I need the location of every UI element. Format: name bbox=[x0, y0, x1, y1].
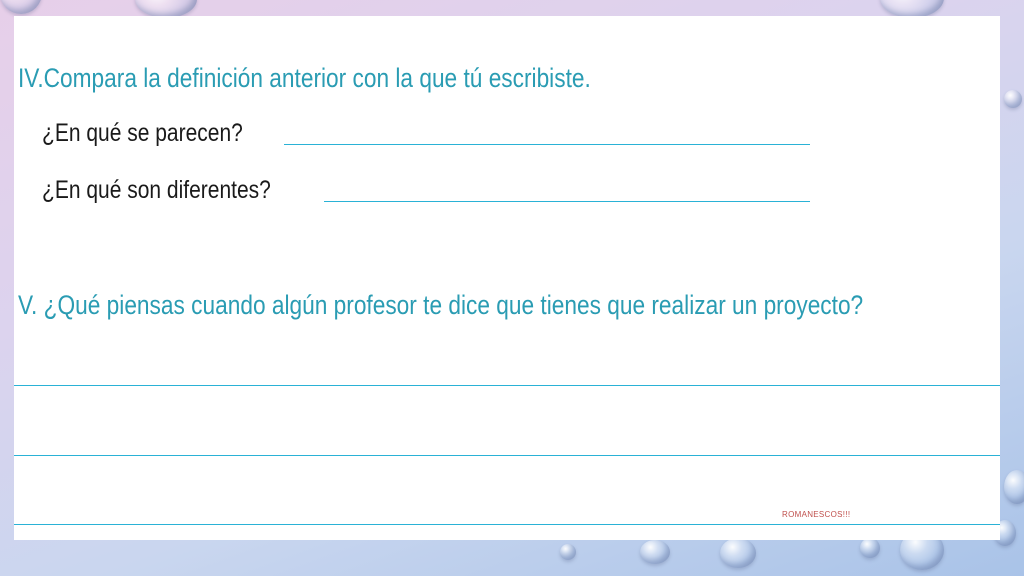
droplet-decoration bbox=[0, 0, 42, 14]
answer-line-2[interactable] bbox=[14, 455, 1000, 456]
answer-line-differences[interactable] bbox=[324, 201, 810, 202]
droplet-decoration bbox=[860, 538, 880, 558]
answer-line-3[interactable] bbox=[14, 524, 1000, 525]
droplet-decoration bbox=[720, 538, 756, 568]
droplet-decoration bbox=[640, 540, 670, 564]
section-4-heading: IV.Compara la definición anterior con la… bbox=[18, 63, 591, 93]
slide-content: IV.Compara la definición anterior con la… bbox=[14, 16, 1000, 540]
answer-line-similarities[interactable] bbox=[284, 144, 810, 145]
question-similarities: ¿En qué se parecen? bbox=[42, 119, 243, 147]
question-differences: ¿En qué son diferentes? bbox=[42, 176, 271, 204]
droplet-decoration bbox=[1004, 90, 1022, 108]
droplet-decoration bbox=[560, 544, 576, 560]
answer-line-1[interactable] bbox=[14, 385, 1000, 386]
droplet-decoration bbox=[1004, 470, 1024, 504]
section-5-heading: V. ¿Qué piensas cuando algún profesor te… bbox=[18, 290, 864, 320]
footer-text: ROMANESCOS!!! bbox=[782, 510, 851, 519]
